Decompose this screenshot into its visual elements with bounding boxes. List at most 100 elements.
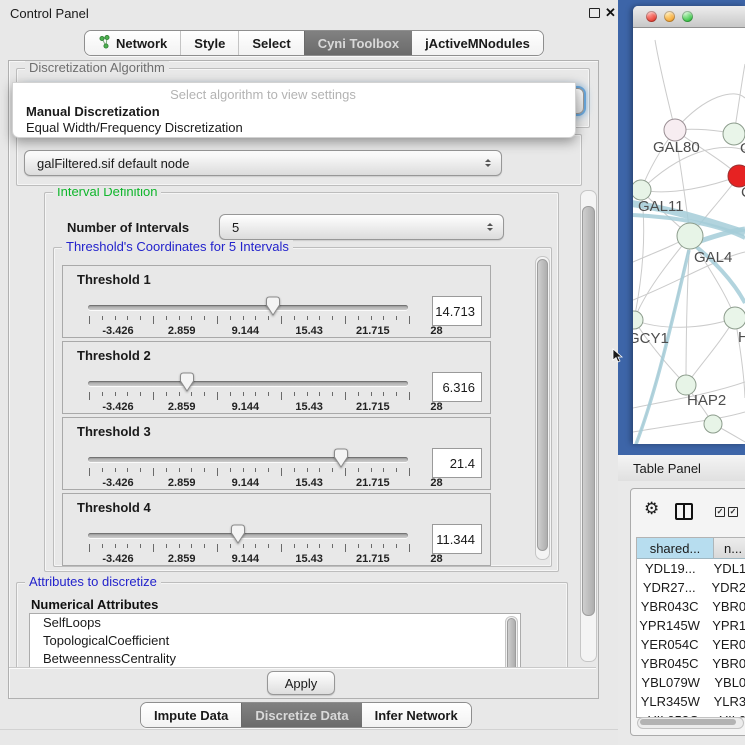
checkbox-icon[interactable]: ✓ (728, 507, 738, 517)
column-header-n-[interactable]: n... (714, 538, 745, 559)
network-edge (655, 40, 675, 130)
table-row[interactable]: YBL079WYBL0... (637, 673, 745, 692)
attribute-list-item[interactable]: BetweennessCentrality (30, 650, 520, 667)
node-attribute-table[interactable]: shared...n... YDL19...YDL1...YDR27...YDR… (636, 537, 745, 718)
tab-label: Impute Data (154, 708, 228, 723)
threshold-value-input[interactable]: 14.713 (432, 296, 482, 326)
threshold-slider[interactable] (88, 448, 409, 470)
cell-shared-name: YBR043C (637, 599, 702, 614)
table-header-row: shared...n... (637, 538, 745, 559)
network-node[interactable] (677, 223, 703, 249)
threshold-slider[interactable] (88, 372, 409, 394)
minimize-traffic-light-icon[interactable] (664, 11, 675, 22)
threshold-value-input[interactable]: 6.316 (432, 372, 482, 402)
checkbox-icon[interactable]: ✓ (715, 507, 725, 517)
network-node[interactable] (633, 311, 643, 329)
slider-track (88, 457, 408, 462)
tab-jactivemnodules[interactable]: jActiveMNodules (412, 31, 543, 55)
table-row[interactable]: YBR043CYBR0... (637, 597, 745, 616)
node-label: GAL11 (638, 198, 684, 215)
tab-infer-network[interactable]: Infer Network (362, 703, 471, 727)
node-label: H (738, 329, 745, 346)
gear-icon[interactable]: ⚙ (644, 501, 659, 518)
tab-impute-data[interactable]: Impute Data (141, 703, 241, 727)
attribute-list-item[interactable]: SelfLoops (30, 614, 520, 632)
table-row[interactable]: YER054CYER0... (637, 635, 745, 654)
tab-style[interactable]: Style (180, 31, 238, 55)
tab-label: Infer Network (375, 708, 458, 723)
node-label: GAL80 (653, 139, 700, 156)
column-header-shared-[interactable]: shared... (637, 538, 714, 559)
scrollbar-thumb[interactable] (537, 259, 548, 551)
scrollbar-thumb[interactable] (582, 206, 595, 616)
apply-button[interactable]: Apply (267, 671, 335, 695)
slider-tick-labels: -3.4262.8599.14415.4321.71528 (89, 477, 419, 489)
scrollbar-thumb[interactable] (640, 719, 736, 725)
table-data-selected-value: galFiltered.sif default node (37, 156, 189, 171)
table-row[interactable]: YDR27...YDR2... (637, 578, 745, 597)
node-label: HAP2 (687, 392, 726, 409)
table-row[interactable]: YPR145WYPR1... (637, 616, 745, 635)
number-of-intervals-select[interactable]: 5 (219, 214, 504, 240)
network-window-titlebar[interactable] (633, 6, 745, 28)
attribute-list-item[interactable]: TopologicalCoefficient (30, 632, 520, 650)
node-label: C (741, 184, 745, 201)
network-node[interactable] (724, 307, 745, 329)
network-node[interactable] (704, 415, 722, 433)
number-of-intervals-value: 5 (232, 220, 239, 235)
threshold-value-input[interactable]: 21.4 (432, 448, 482, 478)
float-window-icon[interactable] (589, 8, 600, 18)
thresholds-coordinates-group: Threshold's Coordinates for 5 Intervals … (53, 247, 552, 567)
attributes-list-scrollbar[interactable] (505, 616, 518, 667)
control-panel-tabs: NetworkStyleSelectCyni ToolboxjActiveMNo… (84, 30, 544, 56)
cell-shared-name: YBL079W (637, 675, 704, 690)
cell-shared-name: YER054C (637, 637, 702, 652)
network-edge (686, 318, 735, 385)
close-traffic-light-icon[interactable] (646, 11, 657, 22)
slider-thumb[interactable] (179, 372, 195, 392)
scrollbar-thumb[interactable] (507, 618, 516, 667)
algorithm-placeholder-option[interactable]: Select algorithm to view settings (103, 87, 423, 102)
threshold-slider[interactable] (88, 296, 409, 318)
slider-tick-labels: -3.4262.8599.14415.4321.71528 (89, 325, 419, 337)
settings-scroll-viewport: Interval Definition Number of Intervals … (12, 188, 578, 667)
zoom-traffic-light-icon[interactable] (682, 11, 693, 22)
cell-name: YBR0... (702, 599, 745, 614)
cell-shared-name: YLR345W (637, 694, 704, 709)
network-graph-canvas[interactable]: GAL80GCGAL11GAL4GCY1HHAP2 (633, 27, 745, 444)
thresholds-group-label: Threshold's Coordinates for 5 Intervals (62, 240, 293, 254)
table-row[interactable]: YBR045CYBR0... (637, 654, 745, 673)
network-edge (641, 176, 739, 192)
tab-discretize-data[interactable]: Discretize Data (241, 703, 361, 727)
algorithm-option-equal-width-frequency[interactable]: Equal Width/Frequency Discretization (26, 120, 243, 136)
control-panel-titlebar: Control Panel ✕ (0, 0, 618, 26)
table-panel-title: Table Panel (633, 461, 701, 476)
split-columns-icon[interactable] (675, 503, 693, 520)
threshold-label: Threshold 1 (77, 272, 151, 287)
slider-thumb[interactable] (265, 296, 281, 316)
tab-cyni-toolbox[interactable]: Cyni Toolbox (304, 31, 412, 55)
close-icon[interactable]: ✕ (605, 5, 616, 21)
screen: Control Panel ✕ NetworkStyleSelectCyni T… (0, 0, 745, 745)
slider-thumb[interactable] (230, 524, 246, 544)
numerical-attributes-list[interactable]: SelfLoopsTopologicalCoefficientBetweenne… (29, 613, 521, 667)
table-horizontal-scrollbar[interactable] (637, 717, 744, 729)
attributes-to-discretize-group: Attributes to discretize Numerical Attri… (16, 582, 568, 667)
table-row[interactable]: YLR345WYLR3... (637, 692, 745, 711)
apply-button-label: Apply (285, 676, 318, 691)
attributes-group-label: Attributes to discretize (25, 575, 161, 589)
thresholds-scrollbar[interactable] (535, 256, 550, 560)
tab-network[interactable]: Network (85, 31, 180, 55)
table-data-select[interactable]: galFiltered.sif default node (24, 150, 502, 176)
table-row[interactable]: YDL19...YDL1... (637, 559, 745, 578)
slider-thumb[interactable] (333, 448, 349, 468)
bottom-divider (0, 729, 618, 730)
network-node[interactable] (664, 119, 686, 141)
algorithm-option-manual-discretization[interactable]: Manual Discretization (26, 104, 160, 120)
settings-scrollbar[interactable] (580, 190, 597, 662)
algorithm-dropdown-popup: Select algorithm to view settings Manual… (12, 82, 576, 138)
threshold-slider[interactable] (88, 524, 409, 546)
tab-select[interactable]: Select (238, 31, 303, 55)
network-node[interactable] (633, 180, 651, 200)
threshold-value-input[interactable]: 11.344 (432, 524, 482, 554)
